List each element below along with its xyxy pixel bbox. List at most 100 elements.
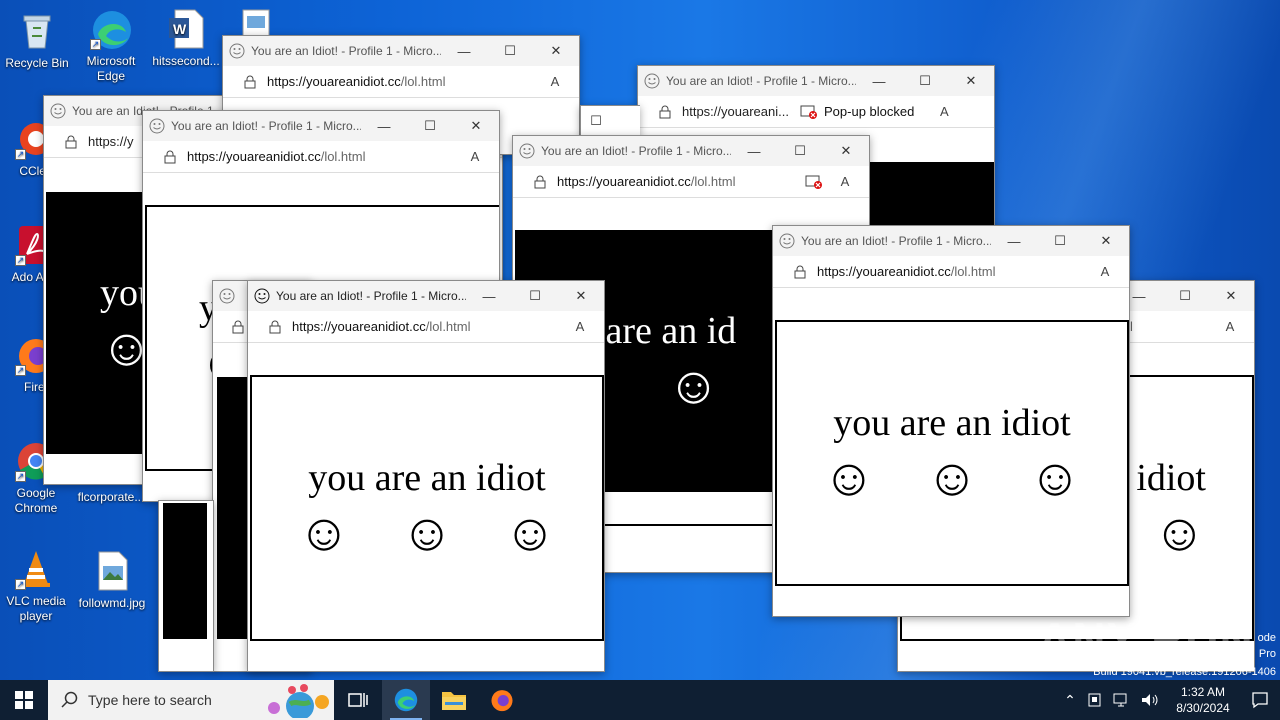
taskbar-edge[interactable] (382, 680, 430, 720)
popup-blocked-indicator[interactable]: Pop-up blocked (800, 104, 914, 120)
desktop-icon-followmd[interactable]: followmd.jpg (76, 550, 148, 611)
read-aloud-icon[interactable]: A (934, 104, 954, 119)
minimize-button[interactable]: — (856, 66, 902, 96)
smiley-icon: ☺ (667, 358, 721, 415)
maximize-button[interactable]: ☐ (512, 281, 558, 311)
desktop-icon-label: VLC media player (6, 594, 66, 623)
close-button[interactable]: ✕ (1083, 226, 1129, 256)
address-bar[interactable]: https://youareanidiot.cc/lol.html A (223, 66, 579, 98)
taskbar-clock[interactable]: 1:32 AM 8/30/2024 (1166, 684, 1240, 716)
close-button[interactable]: ✕ (948, 66, 994, 96)
smiley-row: ☺ (1153, 508, 1206, 560)
desktop-icon-label: hitssecond... (152, 54, 220, 68)
popup-blocked-text: Pop-up blocked (824, 104, 915, 119)
desktop-icon-flcorporate[interactable]: flcorporate... (75, 482, 147, 505)
maximize-button[interactable]: ☐ (1162, 281, 1208, 311)
url-text: https://youareanidiot.cc/lol.html (267, 74, 446, 89)
minimize-button[interactable]: — (991, 226, 1037, 256)
network-icon[interactable] (1112, 692, 1132, 708)
defender-icon[interactable] (1086, 692, 1104, 708)
address-bar[interactable]: https://youareanidiot.cc/lol.html A (773, 256, 1129, 288)
smiley-row: ☺ (667, 361, 720, 413)
close-button[interactable]: ✕ (823, 136, 869, 166)
address-bar[interactable]: https://youareanidiot.cc/lol.html A (248, 311, 604, 343)
maximize-button[interactable]: ☐ (487, 36, 533, 66)
desktop-icon-recycle-bin[interactable]: Recycle Bin (1, 10, 73, 71)
window-title: You are an Idiot! - Profile 1 - Micro... (541, 144, 731, 158)
url-text: https://youareani... (682, 104, 789, 119)
task-view-button[interactable] (334, 680, 382, 720)
address-bar[interactable]: https://youareani... Pop-up blocked A (638, 96, 994, 128)
desktop-icon-vlc[interactable]: ↗ VLC media player (0, 548, 72, 624)
show-hidden-icons[interactable]: ⌃ (1058, 692, 1082, 709)
taskbar-firefox[interactable] (478, 680, 526, 720)
close-button[interactable]: ✕ (533, 36, 579, 66)
desktop-icon-word-doc[interactable]: W hitssecond... (150, 8, 222, 69)
read-aloud-icon[interactable]: A (1220, 319, 1240, 334)
smiley-row: ☺ ☺ ☺ (297, 508, 556, 560)
smiley-tab-icon (519, 143, 535, 159)
maximize-button[interactable]: ☐ (1037, 226, 1083, 256)
word-document-icon: W (165, 8, 207, 50)
taskbar: Type here to search ⌃ 1:32 AM 8/30/2024 (0, 680, 1280, 720)
browser-window[interactable]: You are an Idiot! - Profile 1 - Micro...… (772, 225, 1130, 617)
title-bar[interactable]: You are an Idiot! - Profile 1 - Micro...… (638, 66, 994, 96)
image-file-icon (91, 550, 133, 592)
popup-blocked-icon[interactable] (805, 174, 823, 190)
read-aloud-icon[interactable]: A (1095, 264, 1115, 279)
title-bar[interactable]: You are an Idiot! - Profile 1 - Micro...… (773, 226, 1129, 256)
desktop-icon-label: flcorporate... (77, 490, 145, 504)
desktop-icon-edge[interactable]: ↗ Microsoft Edge (75, 8, 147, 84)
browser-window-front[interactable]: You are an Idiot! - Profile 1 - Micro...… (247, 280, 605, 672)
minimize-button[interactable]: — (731, 136, 777, 166)
smiley-icon: ☺ (1028, 450, 1082, 507)
read-aloud-icon[interactable]: A (465, 149, 485, 164)
minimize-button[interactable]: — (361, 111, 407, 141)
title-bar[interactable]: You are an Idiot! - Profile 1 - Micro...… (223, 36, 579, 66)
read-aloud-icon[interactable]: A (835, 174, 855, 189)
search-highlight-icon (268, 684, 329, 718)
read-aloud-icon[interactable]: A (545, 74, 565, 89)
maximize-button[interactable]: ☐ (407, 111, 453, 141)
address-bar[interactable]: https://youareanidiot.cc/lol.html A (513, 166, 869, 198)
taskbar-file-explorer[interactable] (430, 680, 478, 720)
desktop-icon-label: Microsoft Edge (86, 54, 136, 83)
clock-time: 1:32 AM (1180, 685, 1226, 699)
idiot-panel: you are an idiot ☺ ☺ ☺ (775, 320, 1129, 586)
maximize-button[interactable]: ☐ (777, 136, 823, 166)
maximize-button[interactable]: ☐ (581, 106, 611, 136)
window-title: You are an Idiot! - Profile 1 - Micro... (801, 234, 991, 248)
close-button[interactable]: ✕ (1208, 281, 1254, 311)
title-bar[interactable]: You are an Idiot! - Profile 1 - Micro...… (143, 111, 499, 141)
build-line: ode (1257, 632, 1276, 644)
smiley-icon: ☺ (1152, 505, 1206, 562)
smiley-icon: ☺ (503, 505, 557, 562)
desktop-icon-label: Google Chrome (14, 486, 58, 515)
url-text: https://youareanidiot.cc/lol.html (292, 319, 471, 334)
recycle-bin-icon (16, 10, 58, 52)
minimize-button[interactable]: — (466, 281, 512, 311)
title-bar[interactable]: You are an Idiot! - Profile 1 - Micro...… (248, 281, 604, 311)
minimize-button[interactable]: — (441, 36, 487, 66)
smiley-tab-icon (219, 288, 235, 304)
system-tray: ⌃ 1:32 AM 8/30/2024 (1058, 680, 1280, 720)
browser-window[interactable]: ☐ (580, 105, 640, 137)
volume-icon[interactable] (1140, 692, 1160, 708)
lock-icon (534, 175, 546, 188)
taskbar-search-box[interactable]: Type here to search (48, 680, 334, 720)
close-button[interactable]: ✕ (453, 111, 499, 141)
address-bar[interactable]: https://youareanidiot.cc/lol.html A (143, 141, 499, 173)
read-aloud-icon[interactable]: A (570, 319, 590, 334)
close-button[interactable]: ✕ (558, 281, 604, 311)
smiley-tab-icon (644, 73, 660, 89)
maximize-button[interactable]: ☐ (902, 66, 948, 96)
smiley-row: ☺ ☺ ☺ (822, 453, 1081, 505)
lock-icon (794, 265, 806, 278)
start-button[interactable] (0, 680, 48, 720)
edge-icon: ↗ (90, 8, 132, 50)
smiley-tab-icon (254, 288, 270, 304)
notification-center-button[interactable] (1240, 680, 1280, 720)
browser-window[interactable] (158, 500, 214, 672)
lock-icon (244, 75, 256, 88)
title-bar[interactable]: You are an Idiot! - Profile 1 - Micro...… (513, 136, 869, 166)
